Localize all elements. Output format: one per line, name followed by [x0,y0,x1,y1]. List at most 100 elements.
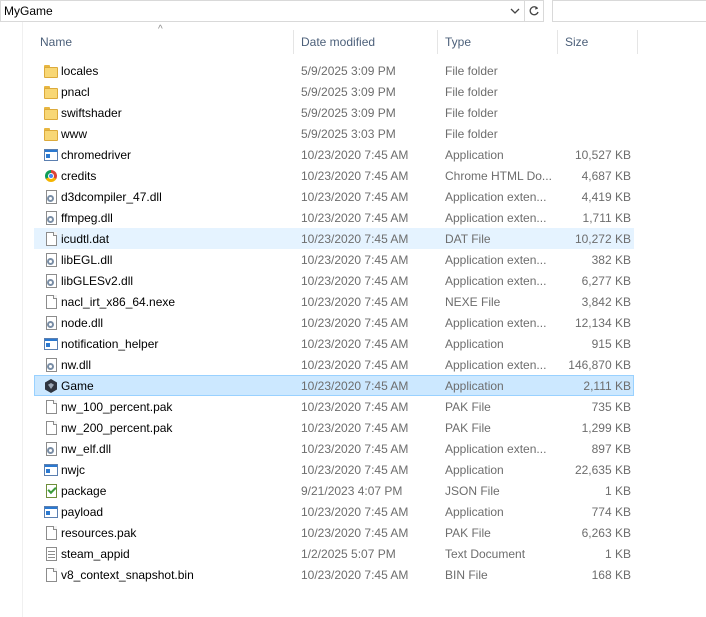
text-icon [43,546,59,562]
file-name: package [61,483,107,498]
file-row[interactable]: credits 10/23/2020 7:45 AM Chrome HTML Do.… [34,165,634,186]
file-date-modified: 10/23/2020 7:45 AM [301,315,409,330]
file-name: nw_100_percent.pak [61,399,173,414]
file-name: nwjc [61,462,86,477]
navigation-pane-divider [22,22,23,617]
file-size: 774 KB [591,504,631,519]
file-name: steam_appid [61,546,130,561]
file-type: Application [445,462,504,477]
file-size: 146,870 KB [568,357,631,372]
address-bar[interactable]: MyGame [0,0,544,22]
file-icon [43,525,59,541]
file-row[interactable]: www 5/9/2025 3:03 PM File folder [34,123,634,144]
file-row[interactable]: ffmpeg.dll 10/23/2020 7:45 AM Application … [34,207,634,228]
column-name[interactable]: Name ^ [34,25,294,54]
file-size: 382 KB [591,252,631,267]
file-date-modified: 10/23/2020 7:45 AM [301,378,409,393]
file-size: 10,527 KB [574,147,631,162]
file-row[interactable]: icudtl.dat 10/23/2020 7:45 AM DAT File 10,2… [34,228,634,249]
file-date-modified: 10/23/2020 7:45 AM [301,357,409,372]
file-name: chromedriver [61,147,132,162]
file-type: BIN File [445,567,488,582]
file-type: File folder [445,126,498,141]
file-row[interactable]: d3dcompiler_47.dll 10/23/2020 7:45 AM Appl… [34,186,634,207]
folder-icon [43,63,59,79]
file-row[interactable]: nwjc 10/23/2020 7:45 AM Application 22,635 … [34,459,634,480]
file-date-modified: 10/23/2020 7:45 AM [301,525,409,540]
file-row[interactable]: nw_100_percent.pak 10/23/2020 7:45 AM PAK … [34,396,634,417]
file-type: Text Document [445,546,526,561]
dll-icon [43,189,59,205]
chevron-down-icon[interactable] [506,1,524,21]
file-row[interactable]: chromedriver 10/23/2020 7:45 AM Applicatio… [34,144,634,165]
file-size: 168 KB [591,567,631,582]
file-size: 897 KB [591,441,631,456]
file-type: Application [445,504,504,519]
file-icon [43,567,59,583]
chrome-icon [43,168,59,184]
file-row[interactable]: notification_helper 10/23/2020 7:45 AM App… [34,333,634,354]
file-row[interactable]: nw.dll 10/23/2020 7:45 AM Application exte… [34,354,634,375]
file-row[interactable]: libGLESv2.dll 10/23/2020 7:45 AM Applicati… [34,270,634,291]
dll-icon [43,315,59,331]
application-icon [43,462,59,478]
application-icon [43,336,59,352]
column-size[interactable]: Size [559,30,638,54]
file-row[interactable]: swiftshader 5/9/2025 3:09 PM File folder [34,102,634,123]
file-type: Application exten... [445,273,547,288]
refresh-icon[interactable] [525,1,543,21]
file-date-modified: 10/23/2020 7:45 AM [301,273,409,288]
file-date-modified: 10/23/2020 7:45 AM [301,399,409,414]
file-size: 1 KB [604,546,631,561]
application-icon [43,504,59,520]
file-type: Application exten... [445,441,547,456]
file-name: libGLESv2.dll [61,273,134,288]
file-date-modified: 1/2/2025 5:07 PM [301,546,396,561]
file-date-modified: 10/23/2020 7:45 AM [301,441,409,456]
file-size: 4,419 KB [581,189,631,204]
file-row[interactable]: libEGL.dll 10/23/2020 7:45 AM Application … [34,249,634,270]
column-size-label: Size [565,35,589,49]
file-row[interactable]: steam_appid 1/2/2025 5:07 PM Text Document… [34,543,634,564]
file-size: 3,842 KB [581,294,631,309]
file-row[interactable]: nw_elf.dll 10/23/2020 7:45 AM Application … [34,438,634,459]
file-name: nw_200_percent.pak [61,420,173,435]
file-row[interactable]: pnacl 5/9/2025 3:09 PM File folder [34,81,634,102]
file-type: Application exten... [445,252,547,267]
file-name: icudtl.dat [61,231,110,246]
file-date-modified: 10/23/2020 7:45 AM [301,189,409,204]
file-name: resources.pak [61,525,137,540]
folder-icon [43,84,59,100]
file-name: Game [61,378,94,393]
file-date-modified: 10/23/2020 7:45 AM [301,252,409,267]
file-size: 1,299 KB [581,420,631,435]
column-date-modified[interactable]: Date modified [295,30,438,54]
file-row[interactable]: v8_context_snapshot.bin 10/23/2020 7:45 A… [34,564,634,585]
application-icon [43,147,59,163]
file-size: 4,687 KB [581,168,631,183]
file-date-modified: 10/23/2020 7:45 AM [301,420,409,435]
file-icon [43,420,59,436]
file-icon [43,231,59,247]
file-name: credits [61,168,97,183]
file-date-modified: 10/23/2020 7:45 AM [301,336,409,351]
search-input[interactable] [552,0,706,22]
file-icon [43,294,59,310]
file-name: nacl_irt_x86_64.nexe [61,294,176,309]
file-row[interactable]: nw_200_percent.pak 10/23/2020 7:45 AM PAK … [34,417,634,438]
file-row[interactable]: locales 5/9/2025 3:09 PM File folder [34,60,634,81]
file-row[interactable]: package 9/21/2023 4:07 PM JSON File 1 KB [34,480,634,501]
folder-icon [43,126,59,142]
file-row[interactable]: Game 10/23/2020 7:45 AM Application 2,111 K… [34,375,634,396]
file-type: PAK File [445,525,491,540]
file-size: 10,272 KB [574,231,631,246]
file-row[interactable]: resources.pak 10/23/2020 7:45 AM PAK File 6… [34,522,634,543]
file-row[interactable]: payload 10/23/2020 7:45 AM Application 774 … [34,501,634,522]
file-name: payload [61,504,104,519]
file-size: 1 KB [604,483,631,498]
file-row[interactable]: node.dll 10/23/2020 7:45 AM Application ex… [34,312,634,333]
column-type[interactable]: Type [439,30,558,54]
file-row[interactable]: nacl_irt_x86_64.nexe 10/23/2020 7:45 AM NE… [34,291,634,312]
file-type: Application [445,336,504,351]
address-path[interactable]: MyGame [1,4,506,18]
